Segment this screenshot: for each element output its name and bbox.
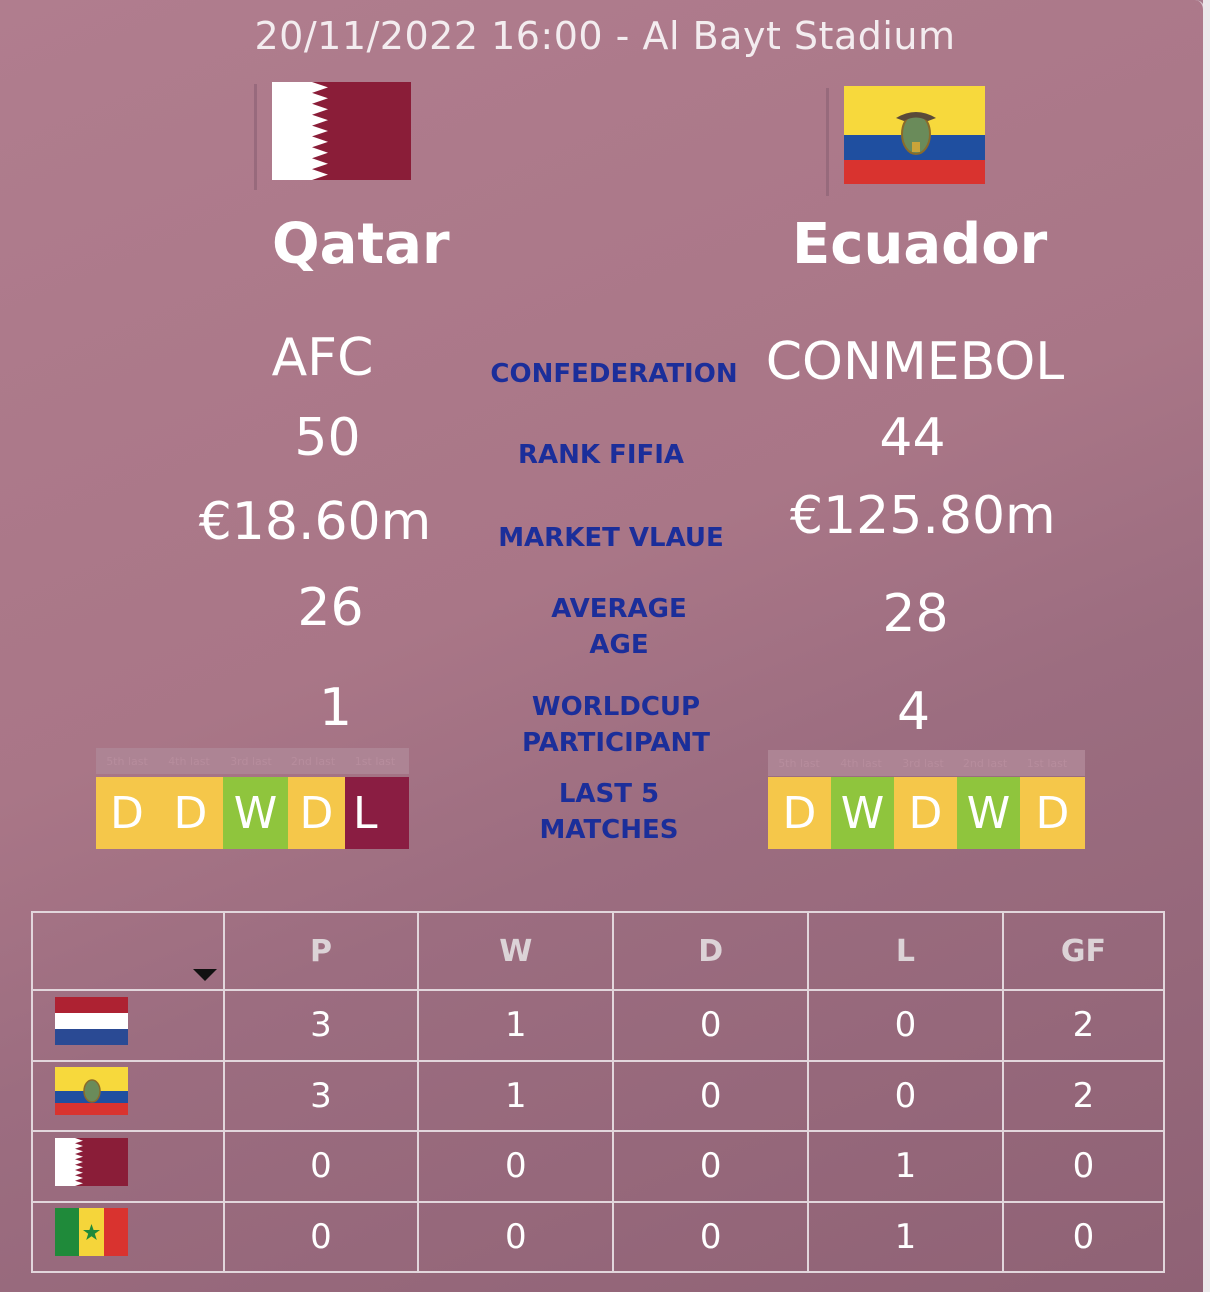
form-header: 4th last — [840, 756, 882, 770]
team-flag-cell — [31, 1059, 225, 1132]
group-standings-table: P W D L GF 3 1 0 0 2 3 1 0 0 2 0 0 0 1 0… — [31, 911, 1166, 1273]
cell-d: 0 — [612, 1059, 810, 1132]
team-flag-cell — [31, 989, 225, 1062]
table-header-row: P W D L GF — [31, 911, 1166, 991]
form-header: 1st last — [354, 754, 396, 768]
last5-label: LAST 5 MATCHES — [484, 776, 734, 848]
cell-p: 0 — [222, 1200, 420, 1273]
column-header-d[interactable]: D — [612, 911, 810, 991]
form-header: 4th last — [168, 754, 210, 768]
cell-gf: 2 — [1001, 989, 1166, 1062]
form-header: 3rd last — [230, 754, 272, 768]
away-last5-form: D W D W D — [768, 777, 1085, 849]
average-age-label-line2: AGE — [589, 630, 649, 660]
cell-p: 3 — [222, 1059, 420, 1132]
away-average-age: 28 — [882, 584, 949, 644]
form-header: 1st last — [1026, 756, 1068, 770]
dropdown-caret-icon[interactable] — [193, 969, 217, 981]
worldcup-label: WORLDCUP PARTICIPANT — [484, 689, 748, 761]
divider — [826, 88, 829, 196]
form-result: D — [1020, 777, 1085, 849]
form-header: 2nd last — [290, 754, 336, 768]
confederation-label: CONFEDERATION — [490, 359, 738, 389]
form-header: 5th last — [106, 754, 148, 768]
cell-gf: 0 — [1001, 1200, 1166, 1273]
form-result: L — [345, 777, 409, 849]
cell-p: 3 — [222, 989, 420, 1062]
ecuador-flag-icon — [55, 1067, 128, 1116]
average-age-label-line1: AVERAGE — [551, 594, 687, 624]
ecuador-flag-icon — [844, 86, 985, 184]
match-info: 20/11/2022 16:00 - Al Bayt Stadium — [254, 14, 956, 58]
form-result: D — [768, 777, 831, 849]
last5-label-line2: MATCHES — [539, 815, 679, 845]
home-average-age: 26 — [297, 578, 364, 638]
table-row: 0 0 0 1 0 — [31, 1200, 1166, 1273]
form-result: D — [96, 777, 158, 849]
form-result: D — [288, 777, 345, 849]
home-team-name: Qatar — [272, 212, 450, 277]
form-header: 5th last — [778, 756, 820, 770]
team-flag-cell — [31, 1130, 225, 1203]
column-header-p[interactable]: P — [222, 911, 420, 991]
away-team-name: Ecuador — [792, 212, 1048, 277]
cell-d: 0 — [612, 989, 810, 1062]
table-row: 3 1 0 0 2 — [31, 989, 1166, 1062]
column-header-l[interactable]: L — [807, 911, 1004, 991]
home-rank: 50 — [294, 408, 361, 468]
cell-l: 0 — [807, 989, 1004, 1062]
cell-p: 0 — [222, 1130, 420, 1203]
form-result: W — [957, 777, 1020, 849]
cell-l: 0 — [807, 1059, 1004, 1132]
away-worldcup-participations: 4 — [896, 682, 931, 742]
away-confederation: CONMEBOL — [765, 332, 1065, 392]
cell-l: 1 — [807, 1200, 1004, 1273]
window-edge — [1203, 0, 1210, 1292]
senegal-flag-icon — [55, 1208, 128, 1257]
cell-w: 0 — [417, 1200, 615, 1273]
table-row: 0 0 0 1 0 — [31, 1130, 1166, 1203]
qatar-flag-icon — [272, 82, 411, 180]
team-flag-cell — [31, 1200, 225, 1273]
form-result: W — [223, 777, 288, 849]
rank-label: RANK FIFIA — [517, 440, 685, 470]
cell-gf: 0 — [1001, 1130, 1166, 1203]
form-header: 2nd last — [962, 756, 1008, 770]
worldcup-label-line1: WORLDCUP — [531, 692, 701, 722]
cell-d: 0 — [612, 1130, 810, 1203]
cell-w: 1 — [417, 989, 615, 1062]
cell-w: 0 — [417, 1130, 615, 1203]
worldcup-label-line2: PARTICIPANT — [521, 728, 711, 758]
form-header: 3rd last — [902, 756, 944, 770]
divider — [254, 84, 257, 190]
qatar-flag-icon — [55, 1137, 128, 1186]
table-row: 3 1 0 0 2 — [31, 1059, 1166, 1132]
market-value-label: MARKET VLAUE — [498, 523, 724, 553]
average-age-label: AVERAGE AGE — [484, 591, 754, 663]
away-rank: 44 — [879, 408, 946, 468]
cell-d: 0 — [612, 1200, 810, 1273]
form-result: D — [894, 777, 957, 849]
home-confederation: AFC — [271, 328, 374, 388]
cell-gf: 2 — [1001, 1059, 1166, 1132]
column-header-w[interactable]: W — [417, 911, 615, 991]
home-worldcup-participations: 1 — [318, 678, 353, 738]
team-filter-header[interactable] — [31, 911, 225, 991]
netherlands-flag-icon — [55, 996, 128, 1045]
last5-label-line1: LAST 5 — [558, 779, 660, 809]
match-card: 20/11/2022 16:00 - Al Bayt Stadium Qatar… — [0, 0, 1205, 1292]
cell-w: 1 — [417, 1059, 615, 1132]
form-result: D — [158, 777, 223, 849]
home-market-value: €18.60m — [198, 492, 432, 552]
home-last5-form: D D W D L — [96, 777, 409, 849]
away-form-headers: 5th last 4th last 3rd last 2nd last 1st … — [768, 750, 1085, 776]
cell-l: 1 — [807, 1130, 1004, 1203]
home-form-headers: 5th last 4th last 3rd last 2nd last 1st … — [96, 748, 409, 774]
form-result: W — [831, 777, 894, 849]
away-market-value: €125.80m — [790, 486, 1056, 546]
column-header-gf[interactable]: GF — [1001, 911, 1166, 991]
